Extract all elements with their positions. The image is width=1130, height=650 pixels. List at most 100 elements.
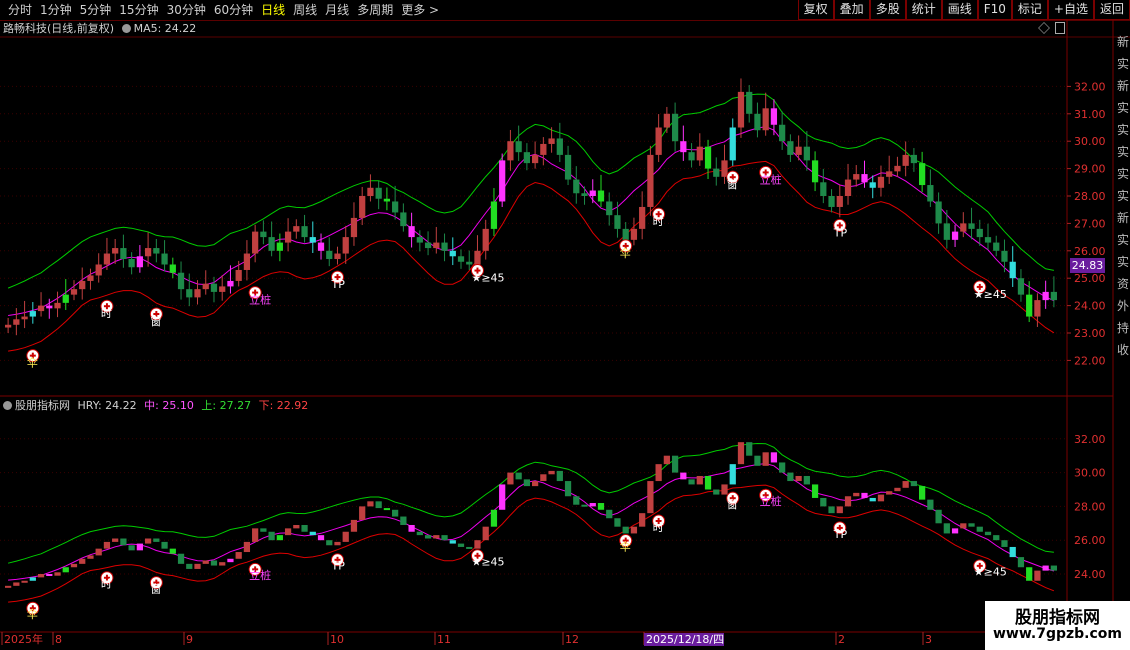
indicator-bar	[861, 492, 868, 498]
buy-signal-icon	[973, 280, 987, 294]
indicator-bar	[589, 503, 596, 507]
signal-label: 时	[101, 578, 112, 591]
mid-value: 中: 25.10	[144, 399, 194, 412]
buy-signal-icon	[759, 488, 773, 502]
buy-signal-icon	[619, 534, 633, 548]
indicator-bar	[746, 442, 753, 456]
signal-label: 窗	[150, 314, 161, 328]
indicator-dot-icon[interactable]	[121, 24, 131, 33]
candle-body	[820, 182, 827, 196]
candle-body	[309, 237, 316, 243]
indicator-bar	[696, 475, 703, 485]
indicator-bar	[62, 567, 69, 573]
candle-body	[70, 289, 78, 295]
candle-body	[507, 141, 514, 161]
y-tick-label: 31.00	[1074, 108, 1106, 121]
period-tab-10[interactable]: 更多 >	[397, 2, 443, 18]
indicator-bar	[392, 509, 399, 517]
candle-body	[713, 168, 720, 177]
period-tab-8[interactable]: 月线	[321, 2, 353, 18]
x-tick-label: 8	[55, 633, 62, 646]
side-strip-char: 新	[1117, 210, 1129, 225]
y-tick-label: 30.00	[1074, 135, 1106, 148]
x-tick-label: 2	[838, 633, 845, 646]
candle-body	[1009, 261, 1016, 279]
candle-body	[375, 187, 382, 199]
candle-body	[284, 231, 292, 243]
toolbar-button-3[interactable]: 统计	[905, 0, 942, 20]
up-value: 上: 27.27	[201, 399, 252, 412]
toolbar-button-6[interactable]: 标记	[1011, 0, 1048, 20]
indicator-bar	[103, 541, 111, 549]
toolbar-button-5[interactable]: F10	[977, 0, 1012, 20]
buy-signal-icon	[652, 514, 666, 528]
indicator-bar	[597, 503, 605, 510]
candle-body	[548, 138, 555, 144]
candle-body	[614, 215, 621, 229]
indicator-bar	[1001, 540, 1008, 547]
candle-body	[680, 141, 687, 153]
x-tick-label: 9	[186, 633, 193, 646]
watermark: 股朋指标网 www.7gpzb.com	[985, 601, 1130, 650]
candle-body	[367, 187, 374, 196]
candle-body	[779, 124, 786, 142]
indicator-bar	[564, 481, 572, 497]
toolbar-button-1[interactable]: 叠加	[833, 0, 870, 20]
indicator-bar	[449, 540, 456, 544]
period-tab-3[interactable]: 15分钟	[115, 2, 162, 18]
indicator-bar	[490, 509, 498, 527]
indicator-bar	[622, 526, 629, 534]
indicator-bar	[79, 558, 86, 564]
indicator-bar	[161, 541, 168, 549]
toolbar-button-8[interactable]: 返回	[1093, 0, 1130, 20]
toolbar-button-0[interactable]: 复权	[797, 0, 834, 20]
indicator-bar	[993, 535, 1000, 541]
candle-body	[1017, 278, 1025, 295]
buy-signal-icon	[100, 299, 114, 313]
candle-body	[1001, 250, 1008, 262]
toolbar-button-4[interactable]: 画线	[941, 0, 978, 20]
candle-body	[490, 201, 498, 229]
period-tab-6[interactable]: 日线	[257, 2, 289, 18]
diamond-icon[interactable]	[1038, 22, 1050, 34]
candle-body	[606, 201, 613, 216]
toolbar-button-2[interactable]: 多股	[869, 0, 906, 20]
indicator-bar	[46, 574, 53, 576]
buy-signal-icon	[726, 170, 740, 184]
period-tab-9[interactable]: 多周期	[353, 2, 397, 18]
x-tick-label: 3	[925, 633, 932, 646]
window-toggle-icon[interactable]	[1055, 22, 1065, 34]
side-strip-char: 实	[1117, 232, 1129, 247]
period-tab-0[interactable]: 分时	[4, 2, 36, 18]
candle-body	[103, 253, 111, 265]
period-tab-5[interactable]: 60分钟	[210, 2, 257, 18]
toolbar-button-7[interactable]: +自选	[1047, 0, 1094, 20]
candle-body	[984, 237, 992, 243]
indicator-bar	[853, 492, 860, 497]
indicator-bar	[383, 508, 391, 511]
indicator-bar	[729, 464, 736, 485]
candle-body	[951, 231, 959, 240]
y-tick-label: 24.00	[1074, 568, 1106, 581]
indicator-bar	[87, 555, 94, 559]
candle-body	[655, 127, 662, 155]
side-strip-char: 实	[1117, 254, 1129, 269]
period-tab-1[interactable]: 1分钟	[36, 2, 76, 18]
candle-body	[515, 141, 522, 153]
sub-panel-title: 股朋指标网 HRY: 24.22 中: 25.10 上: 27.27 下: 22…	[3, 399, 308, 413]
y-tick-label: 28.00	[1074, 500, 1106, 513]
side-strip-char: 外	[1117, 299, 1129, 313]
y-tick-label: 30.00	[1074, 467, 1106, 480]
indicator-bar	[416, 531, 423, 536]
indicator-bar	[252, 528, 259, 542]
period-tab-4[interactable]: 30分钟	[163, 2, 210, 18]
indicator-bar	[820, 497, 827, 507]
period-tab-2[interactable]: 5分钟	[76, 2, 116, 18]
candle-body	[556, 138, 563, 155]
indicator-bar	[136, 543, 143, 551]
candle-body	[540, 143, 547, 155]
period-tab-7[interactable]: 周线	[289, 2, 321, 18]
indicator-dot-icon[interactable]	[3, 401, 12, 410]
x-tick-label: 2025/12/18/四	[646, 633, 724, 646]
buy-signal-icon	[470, 264, 484, 278]
